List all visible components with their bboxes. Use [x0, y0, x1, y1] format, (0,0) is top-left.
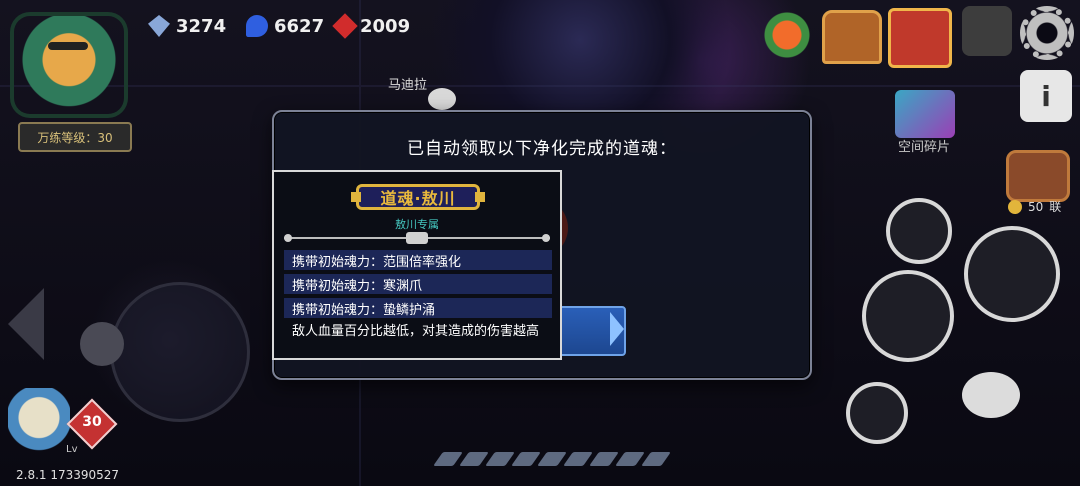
currency-sapphire: 6627 — [246, 12, 324, 40]
ruby-count: 2009 — [360, 15, 411, 37]
tiger-stripe — [48, 42, 88, 50]
skill-button-small[interactable] — [886, 198, 952, 264]
sapphire-count: 6627 — [274, 15, 325, 37]
ammo-icon — [511, 452, 541, 466]
player-avatar[interactable] — [10, 12, 128, 118]
chat-icon[interactable] — [962, 372, 1020, 418]
gem-count: 3274 — [176, 15, 227, 37]
ammo-indicator — [433, 452, 671, 466]
ruby-icon — [332, 13, 358, 39]
space-fragment-label: 空间碎片 — [898, 140, 951, 155]
currency-gem: 3274 — [148, 12, 226, 40]
ammo-icon — [563, 452, 593, 466]
info-icon[interactable]: i — [1020, 70, 1072, 122]
npc-chat-icon[interactable] — [428, 88, 456, 110]
carrot-event-icon[interactable] — [760, 8, 814, 62]
space-fragment-icon[interactable] — [895, 90, 955, 138]
coin-suffix: 联 — [1049, 200, 1062, 214]
hero-level-value: 30 — [82, 414, 102, 430]
soul-description: 敌人血量百分比越低，对其造成的伤害越高 — [292, 324, 540, 339]
secondary-skill-button[interactable] — [862, 270, 954, 362]
ammo-icon — [433, 452, 463, 466]
left-arrow-icon[interactable] — [8, 288, 44, 360]
currency-ruby: 2009 — [332, 12, 411, 40]
swap-weapon-button[interactable] — [846, 382, 908, 444]
ammo-icon — [589, 452, 619, 466]
soul-attribute: 携带初始魂力：寒渊爪 — [284, 274, 552, 294]
coin-icon — [1008, 199, 1022, 214]
soul-attribute: 携带初始魂力：蛰鳞护涌 — [284, 298, 552, 318]
coin-counter: 50 联 — [1008, 198, 1061, 215]
dao-soul-tooltip: 道魂·敖川 敖川专属 携带初始魂力：范围倍率强化 携带初始魂力：寒渊爪 携带初始… — [272, 170, 562, 360]
ammo-icon — [485, 452, 515, 466]
movement-joystick[interactable] — [110, 282, 250, 422]
gem-icon — [148, 15, 170, 37]
backpack-icon[interactable] — [1006, 150, 1070, 202]
gear-icon[interactable] — [1020, 6, 1074, 60]
soul-name: 道魂·敖川 — [351, 184, 485, 210]
gift-box-icon[interactable] — [888, 8, 952, 68]
sapphire-icon — [246, 15, 268, 37]
ammo-icon — [615, 452, 645, 466]
soul-attribute: 携带初始魂力：范围倍率强化 — [284, 250, 552, 270]
player-level-badge: 万练等级：30 — [18, 122, 132, 152]
ammo-icon — [459, 452, 489, 466]
attack-skill-button[interactable] — [964, 226, 1060, 322]
customer-service-icon[interactable] — [962, 6, 1012, 56]
hero-avatar[interactable] — [8, 388, 70, 462]
dialog-title: 已自动领取以下净化完成的道魂： — [407, 139, 677, 159]
confirm-arrow-icon[interactable] — [610, 312, 624, 346]
hero-lv-label: Lv — [66, 444, 78, 455]
ammo-icon — [537, 452, 567, 466]
treasure-chest-icon[interactable] — [822, 10, 882, 64]
version-text: 2.8.1 173390527 — [16, 468, 120, 482]
coin-value: 50 — [1028, 199, 1044, 214]
dpad-icon[interactable] — [80, 322, 124, 366]
ornamental-divider — [284, 232, 550, 244]
soul-exclusive-label: 敖川专属 — [395, 218, 439, 231]
npc-name: 马迪拉 — [388, 78, 428, 93]
